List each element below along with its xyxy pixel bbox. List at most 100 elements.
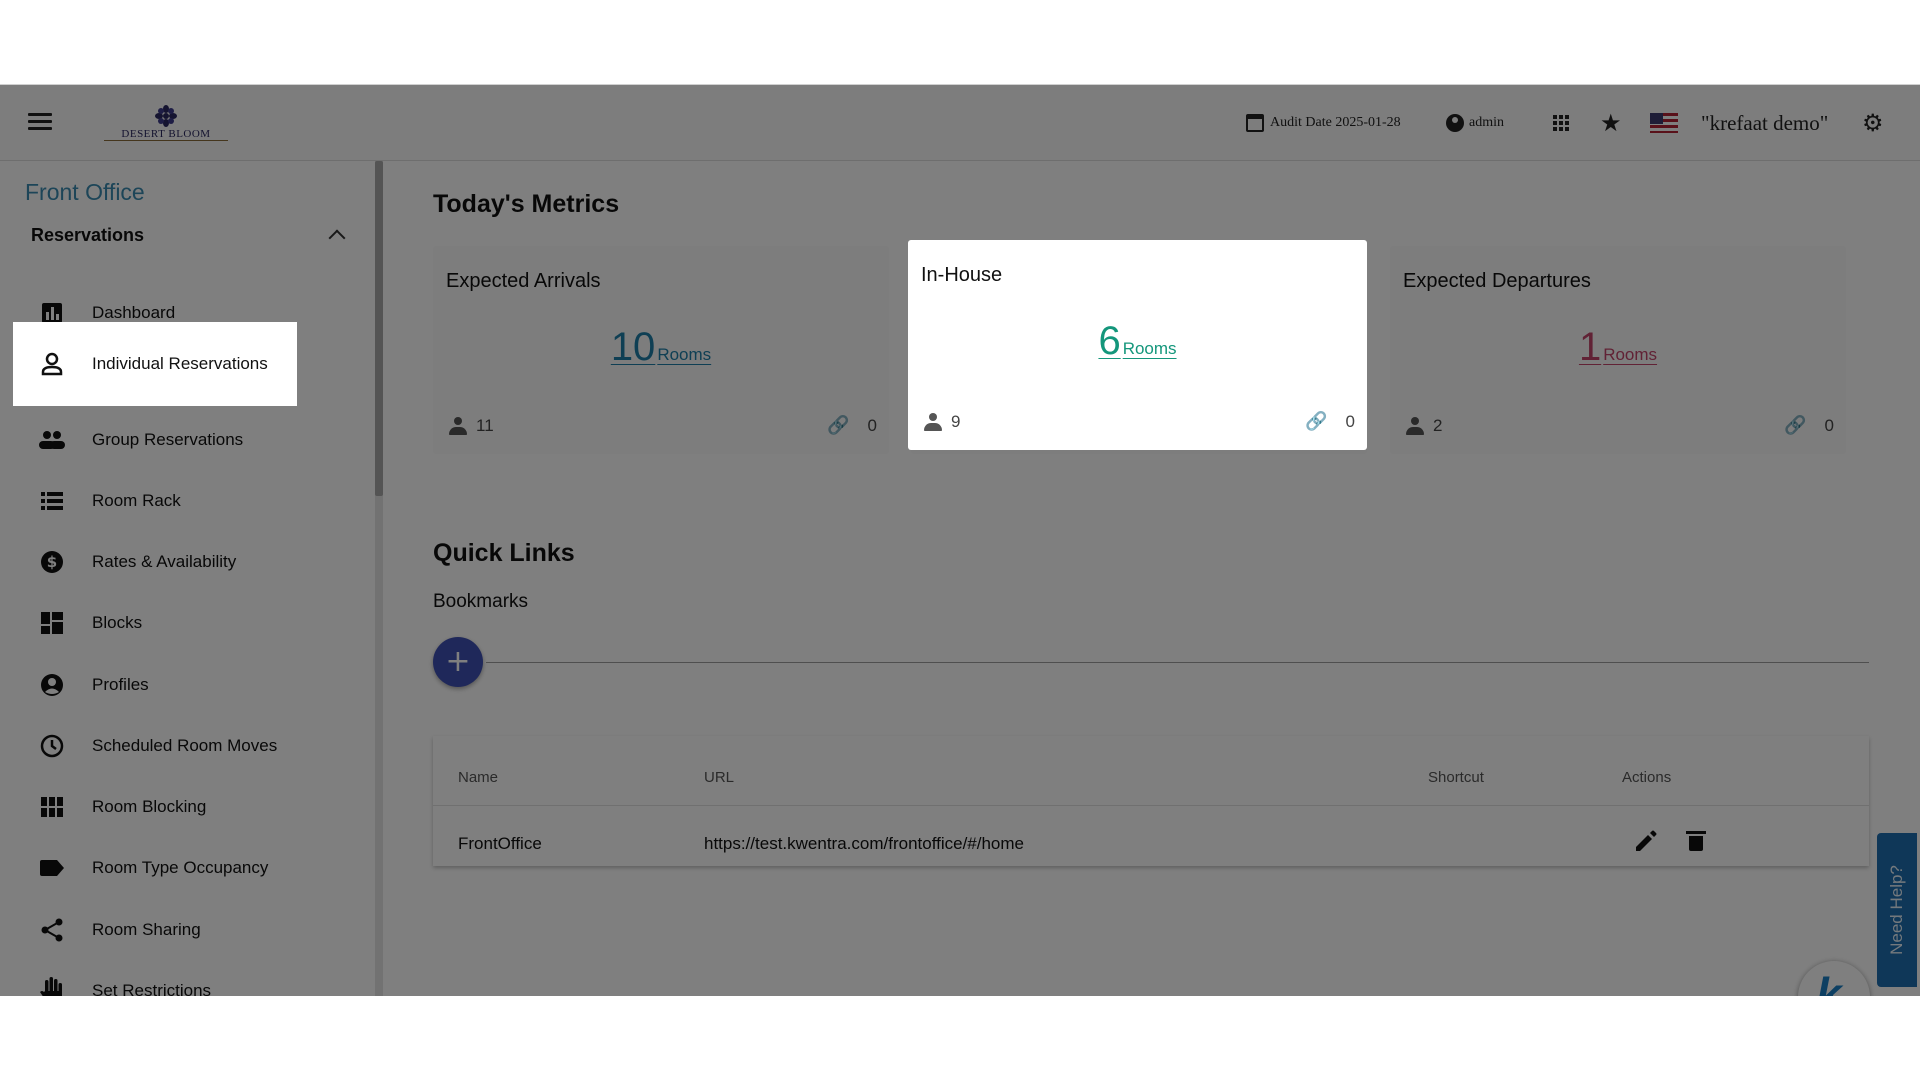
- hotel-logo: DESERT BLOOM: [104, 105, 228, 145]
- sidebar-item-room-rack[interactable]: Room Rack: [13, 475, 297, 527]
- sidebar-item-label: Set Restrictions: [92, 981, 212, 996]
- reservations-section-toggle[interactable]: Reservations: [31, 220, 351, 250]
- bookmarks-table: Name URL Shortcut Actions FrontOffice ht…: [433, 736, 1869, 866]
- card-footer: 9 🔗 0: [923, 411, 1355, 432]
- link-icon: 🔗: [1784, 415, 1807, 436]
- bookmark-name: FrontOffice: [458, 834, 542, 853]
- sidebar-item-room-blocking[interactable]: Room Blocking: [13, 781, 297, 833]
- persons-count: 2: [1433, 415, 1443, 435]
- clock-icon: [38, 732, 66, 760]
- sidebar-item-room-sharing[interactable]: Room Sharing: [13, 904, 297, 956]
- sidebar-item-label: Dashboard: [92, 303, 176, 322]
- links-count: 0: [1345, 411, 1355, 431]
- hamburger-menu-icon[interactable]: [26, 109, 54, 137]
- column-header-name: Name: [458, 769, 499, 786]
- account-circle-icon: [38, 671, 66, 699]
- app-window: DESERT BLOOM Audit Date 2025-01-28 admin…: [0, 84, 1920, 996]
- card-title: Expected Departures: [1403, 270, 1591, 292]
- audit-date-label: Audit Date 2025-01-28: [1270, 115, 1401, 130]
- person-icon: [923, 412, 943, 432]
- hand-icon: [38, 977, 66, 996]
- sidebar-item-individual-reservations[interactable]: Individual Reservations: [13, 322, 297, 406]
- metrics-heading: Today's Metrics: [433, 190, 620, 218]
- card-footer: 11 🔗 0: [448, 415, 877, 436]
- card-value: 10 Rooms: [433, 325, 889, 370]
- label-icon: [38, 854, 66, 882]
- account-circle-icon: [1446, 114, 1464, 132]
- need-help-label: Need Help?: [1887, 865, 1906, 955]
- sidebar-scroll-thumb[interactable]: [375, 161, 383, 496]
- persons-count: 9: [951, 411, 961, 431]
- arrivals-rooms-link[interactable]: 10 Rooms: [611, 325, 711, 369]
- sidebar-item-label: Room Blocking: [92, 797, 207, 816]
- company-name[interactable]: "krefaat demo": [1701, 85, 1828, 161]
- section-label: Reservations: [31, 224, 145, 245]
- logo-text: DESERT BLOOM: [104, 128, 228, 141]
- user-name: admin: [1469, 115, 1504, 130]
- departures-rooms-link[interactable]: 1 Rooms: [1579, 325, 1657, 369]
- sidebar: Front Office Reservations Dashboard Grou…: [0, 161, 383, 996]
- link-icon: 🔗: [1305, 411, 1328, 432]
- dollar-icon: $: [38, 548, 66, 576]
- bookmarks-divider: [486, 662, 1869, 663]
- sidebar-item-rates-availability[interactable]: $ Rates & Availability: [13, 536, 297, 588]
- sidebar-item-profiles[interactable]: Profiles: [13, 659, 297, 711]
- header-divider: [433, 805, 1869, 806]
- list-icon: [38, 487, 66, 515]
- sidebar-item-label: Scheduled Room Moves: [92, 736, 278, 755]
- card-title: In-House: [921, 264, 1003, 286]
- sidebar-item-label: Room Rack: [92, 491, 181, 510]
- star-icon[interactable]: ★: [1600, 85, 1622, 161]
- sidebar-item-label: Rates & Availability: [92, 552, 237, 571]
- add-bookmark-button[interactable]: +: [433, 637, 483, 687]
- column-header-shortcut: Shortcut: [1428, 769, 1484, 786]
- links-count: 0: [867, 415, 877, 435]
- delete-icon[interactable]: [1682, 827, 1710, 855]
- in-house-card: In-House 6 Rooms 9 🔗 0: [908, 240, 1367, 450]
- share-icon: [38, 916, 66, 944]
- sidebar-item-blocks[interactable]: Blocks: [13, 597, 297, 649]
- apps-grid-icon[interactable]: [1553, 85, 1569, 161]
- card-value: 6 Rooms: [908, 319, 1367, 364]
- us-flag-icon[interactable]: [1650, 85, 1678, 161]
- sidebar-item-label: Group Reservations: [92, 430, 244, 449]
- audit-date[interactable]: Audit Date 2025-01-28: [1246, 85, 1401, 161]
- sidebar-item-label: Room Type Occupancy: [92, 858, 269, 877]
- sidebar-item-group-reservations[interactable]: Group Reservations: [13, 414, 297, 466]
- in-house-rooms-link[interactable]: 6 Rooms: [1098, 319, 1176, 363]
- grid-icon: [38, 793, 66, 821]
- card-value: 1 Rooms: [1390, 325, 1846, 370]
- person-outline-icon: [38, 350, 66, 378]
- bookmarks-label: Bookmarks: [433, 591, 529, 612]
- sidebar-title: Front Office: [25, 179, 145, 205]
- persons-count: 11: [476, 415, 494, 435]
- edit-icon[interactable]: [1632, 827, 1660, 855]
- sidebar-item-label: Profiles: [92, 675, 149, 694]
- links-count: 0: [1824, 415, 1834, 435]
- top-bar: DESERT BLOOM Audit Date 2025-01-28 admin…: [0, 85, 1920, 161]
- need-help-tab[interactable]: Need Help?: [1877, 833, 1917, 987]
- person-icon: [1405, 416, 1425, 436]
- user-menu[interactable]: admin: [1446, 85, 1504, 161]
- sidebar-item-label: Individual Reservations: [92, 354, 268, 373]
- kwentra-logo-icon: k: [1816, 968, 1842, 996]
- gear-icon[interactable]: ⚙: [1862, 85, 1884, 161]
- bookmark-url[interactable]: https://test.kwentra.com/frontoffice/#/h…: [704, 834, 1024, 854]
- card-title: Expected Arrivals: [446, 270, 601, 292]
- link-icon: 🔗: [827, 415, 850, 436]
- dashboard-icon: [38, 609, 66, 637]
- expected-departures-card: Expected Departures 1 Rooms 2 🔗 0: [1390, 246, 1846, 454]
- person-icon: [448, 416, 468, 436]
- svg-text:$: $: [47, 553, 57, 571]
- chevron-up-icon: [328, 229, 346, 247]
- sidebar-item-set-restrictions[interactable]: Set Restrictions: [13, 965, 297, 996]
- column-header-actions: Actions: [1622, 769, 1672, 786]
- sidebar-item-label: Room Sharing: [92, 920, 201, 939]
- sidebar-item-room-type-occupancy[interactable]: Room Type Occupancy: [13, 842, 297, 894]
- calendar-icon: [1246, 114, 1264, 132]
- expected-arrivals-card: Expected Arrivals 10 Rooms 11 🔗 0: [433, 246, 889, 454]
- sidebar-item-scheduled-room-moves[interactable]: Scheduled Room Moves: [13, 720, 297, 772]
- flower-logo-icon: [155, 105, 177, 127]
- card-footer: 2 🔗 0: [1405, 415, 1834, 436]
- sidebar-item-label: Blocks: [92, 613, 143, 632]
